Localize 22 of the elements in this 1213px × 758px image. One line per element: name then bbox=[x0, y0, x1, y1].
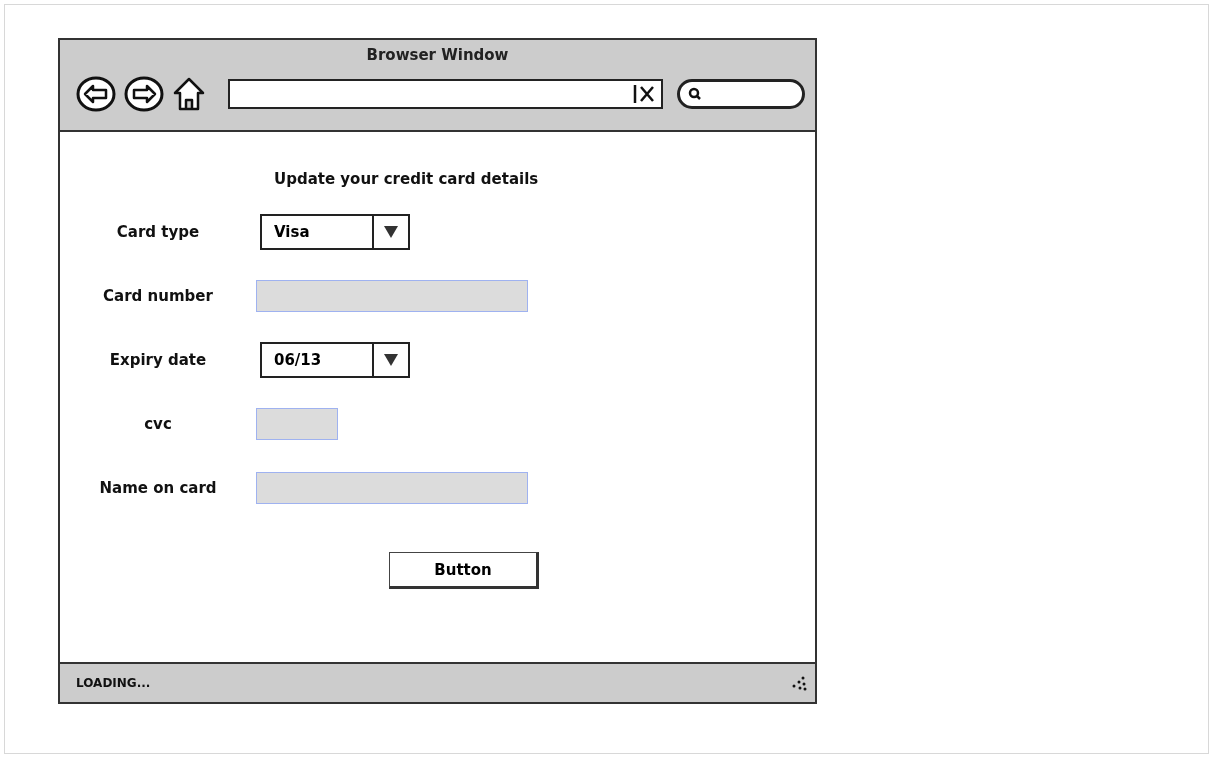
caret-icon bbox=[384, 354, 398, 366]
dropdown[interactable]: Visa bbox=[260, 214, 410, 250]
search-icon bbox=[688, 87, 702, 101]
search-field[interactable] bbox=[677, 79, 805, 109]
home-icon[interactable] bbox=[172, 76, 206, 112]
window-title: Browser Window bbox=[366, 46, 509, 64]
input-field[interactable] bbox=[256, 408, 338, 440]
field-label: cvc bbox=[143, 415, 173, 433]
status-text: LOADING... bbox=[76, 676, 151, 690]
field-label: Card type bbox=[115, 223, 201, 241]
resize-grip-icon[interactable] bbox=[791, 675, 807, 691]
dropdown[interactable]: 06/13 bbox=[260, 342, 410, 378]
input-field[interactable] bbox=[256, 280, 528, 312]
field-label: Card number bbox=[102, 287, 214, 305]
submit-button[interactable]: Button bbox=[389, 552, 539, 589]
close-icon[interactable] bbox=[633, 83, 657, 105]
field-label: Name on card bbox=[98, 479, 218, 497]
field-label: Expiry date bbox=[108, 351, 208, 369]
input-field[interactable] bbox=[256, 472, 528, 504]
address-field[interactable] bbox=[228, 79, 663, 109]
form-title: Update your credit card details bbox=[274, 170, 540, 188]
caret-icon bbox=[384, 226, 398, 238]
